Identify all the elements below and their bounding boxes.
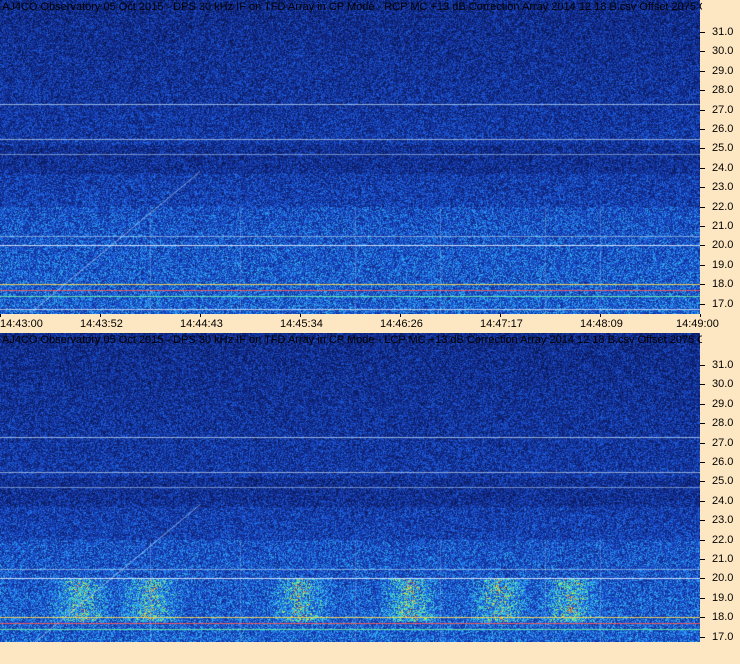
time-tick <box>600 314 601 317</box>
spectrogram-rcp <box>0 0 700 314</box>
freq-tick-label: 28.0 <box>712 84 734 97</box>
time-tick <box>500 314 501 317</box>
panel-title-rcp: AJ4CO Observatory 05 Oct 2015 - DPS 30 k… <box>2 1 702 13</box>
freq-tick <box>700 365 705 366</box>
freq-tick-label: 19.0 <box>712 258 734 271</box>
time-tick-label: 14:47:17 <box>480 318 523 330</box>
freq-tick <box>700 423 705 425</box>
freq-tick-label: 30.0 <box>712 378 734 391</box>
freq-tick-label: 17.0 <box>712 297 734 310</box>
freq-tick <box>700 539 705 541</box>
freq-tick-label: 20.0 <box>712 572 734 585</box>
freq-tick <box>700 384 705 386</box>
freq-tick-label: 28.0 <box>712 417 734 430</box>
freq-tick <box>700 148 705 150</box>
time-tick <box>0 314 1 317</box>
freq-tick-label: 20.0 <box>712 239 734 252</box>
freq-tick-label: 25.0 <box>712 475 734 488</box>
time-tick-label: 14:49:00 <box>676 318 719 330</box>
freq-tick <box>700 206 705 208</box>
freq-tick-label: 27.0 <box>712 436 734 449</box>
freq-tick <box>700 481 705 483</box>
freq-tick <box>700 500 705 502</box>
time-tick <box>700 314 701 317</box>
freq-tick <box>700 51 705 53</box>
freq-tick-label: 27.0 <box>712 103 734 116</box>
time-tick-label: 14:45:34 <box>280 318 323 330</box>
freq-tick <box>700 109 705 111</box>
spectrogram-panel-rcp: AJ4CO Observatory 05 Oct 2015 - DPS 30 k… <box>0 0 740 336</box>
freq-tick <box>700 303 705 305</box>
time-tick-label: 14:43:00 <box>0 318 43 330</box>
freq-tick-label: 18.0 <box>712 611 734 624</box>
freq-tick-label: 30.0 <box>712 45 734 58</box>
freq-tick <box>700 559 705 560</box>
freq-tick-label: 18.0 <box>712 278 734 291</box>
freq-tick <box>700 187 705 189</box>
bottom-margin <box>0 642 740 664</box>
freq-tick-label: 22.0 <box>712 200 734 213</box>
freq-tick <box>700 636 705 638</box>
freq-tick-label: 29.0 <box>712 64 734 77</box>
freq-tick-label: 31.0 <box>712 359 734 371</box>
freq-tick <box>700 226 705 227</box>
time-tick <box>400 314 401 317</box>
freq-tick <box>700 520 705 522</box>
freq-tick-label: 26.0 <box>712 123 734 135</box>
time-tick-label: 14:44:43 <box>180 318 223 330</box>
freq-tick <box>700 403 705 405</box>
freq-tick <box>700 32 705 33</box>
time-tick <box>300 314 301 317</box>
freq-tick-label: 26.0 <box>712 456 734 468</box>
time-tick-label: 14:48:09 <box>580 318 623 330</box>
panel-title-lcp: AJ4CO Observatory 05 Oct 2015 - DPS 30 k… <box>2 334 702 346</box>
freq-tick-label: 21.0 <box>712 553 734 565</box>
freq-tick-label: 25.0 <box>712 142 734 155</box>
freq-tick <box>700 70 705 72</box>
freq-tick <box>700 462 705 463</box>
freq-tick <box>700 578 705 580</box>
freq-tick <box>700 442 705 444</box>
frequency-axis-rcp: 31.0 30.0 29.0 28.0 27.0 26.0 25.0 24.0 23.0 22.0… <box>700 0 740 314</box>
freq-tick <box>700 245 705 247</box>
freq-tick-label: 17.0 <box>712 630 734 643</box>
freq-tick-label: 22.0 <box>712 533 734 546</box>
freq-tick-label: 24.0 <box>712 494 734 507</box>
freq-tick <box>700 129 705 130</box>
freq-tick-label: 23.0 <box>712 181 734 194</box>
freq-tick <box>700 597 705 599</box>
freq-tick <box>700 264 705 266</box>
freq-tick <box>700 617 705 619</box>
freq-tick-label: 24.0 <box>712 161 734 174</box>
spectrogram-panel-lcp: AJ4CO Observatory 05 Oct 2015 - DPS 30 k… <box>0 333 740 642</box>
freq-tick <box>700 284 705 286</box>
time-tick-label: 14:46:26 <box>380 318 423 330</box>
freq-tick-label: 19.0 <box>712 591 734 604</box>
freq-tick-label: 21.0 <box>712 220 734 232</box>
time-tick-label: 14:43:52 <box>80 318 123 330</box>
freq-tick-label: 31.0 <box>712 26 734 38</box>
spectrogram-lcp <box>0 333 700 642</box>
freq-tick-label: 29.0 <box>712 397 734 410</box>
time-tick <box>100 314 101 317</box>
freq-tick <box>700 167 705 169</box>
freq-tick-label: 23.0 <box>712 514 734 527</box>
frequency-axis-lcp: 31.0 30.0 29.0 28.0 27.0 26.0 25.0 24.0 23.0 22.0… <box>700 333 740 642</box>
freq-tick <box>700 90 705 92</box>
time-tick <box>200 314 201 317</box>
